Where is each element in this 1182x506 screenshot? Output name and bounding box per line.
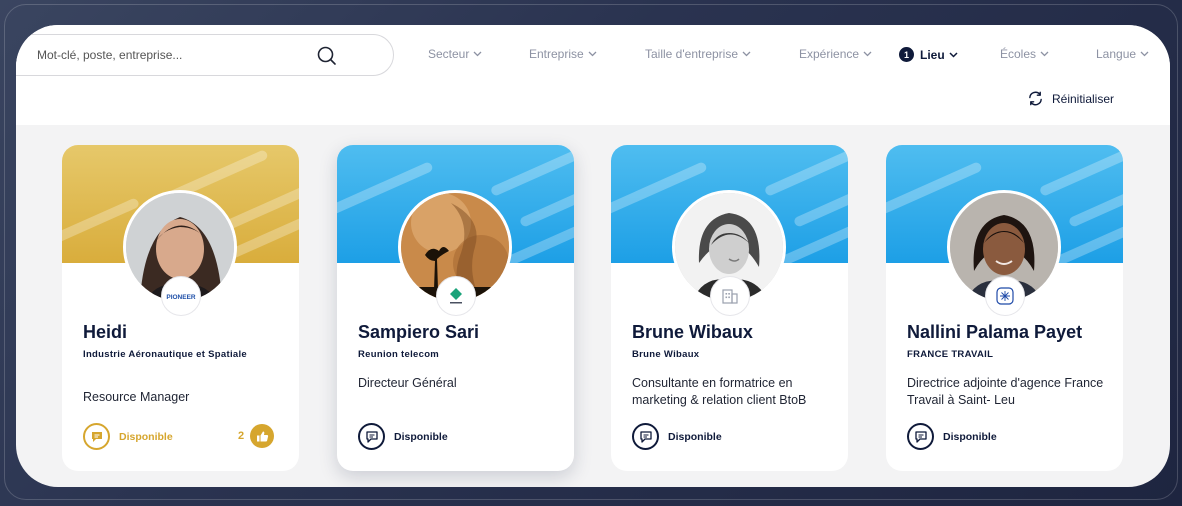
search-icon[interactable] <box>315 44 339 68</box>
chevron-down-icon <box>949 51 958 58</box>
filter-secteur[interactable]: Secteur <box>428 47 482 61</box>
profile-name: Sampiero Sari <box>358 322 480 342</box>
profile-company: FRANCE TRAVAIL <box>907 349 994 360</box>
filter-label: Langue <box>1096 47 1137 61</box>
chevron-down-icon <box>863 51 872 57</box>
company-logo: PIONEER <box>161 276 201 316</box>
filter-entreprise[interactable]: Entreprise <box>529 47 597 61</box>
filter-langue[interactable]: Langue <box>1096 47 1149 61</box>
status-label: Disponible <box>943 430 997 443</box>
profile-card[interactable]: Sampiero Sari Reunion telecom Directeur … <box>337 145 574 471</box>
contact-button[interactable]: Disponible <box>632 423 722 450</box>
refresh-icon <box>1029 91 1042 106</box>
like-button[interactable]: 2 <box>238 424 275 448</box>
search-input-text: Mot-clé, poste, entreprise... <box>37 48 183 62</box>
profile-company: Reunion telecom <box>358 349 440 360</box>
chevron-down-icon <box>1140 51 1149 57</box>
profile-name: Brune Wibaux <box>632 322 753 342</box>
filter-label: Entreprise <box>529 47 584 61</box>
chat-icon <box>632 423 659 450</box>
svg-text:PIONEER: PIONEER <box>166 294 196 301</box>
filter-label: Écoles <box>1000 47 1037 61</box>
profile-role: Directeur Général <box>358 376 457 390</box>
filter-label: Taille d'entreprise <box>645 47 739 61</box>
profile-role: Directrice adjointe d'agence France Trav… <box>907 376 1104 407</box>
chevron-down-icon <box>1040 51 1049 57</box>
profile-name: Heidi <box>83 322 128 342</box>
chevron-down-icon <box>742 51 751 57</box>
chat-icon <box>907 423 934 450</box>
filter-bar: Mot-clé, poste, entreprise... Secteur En… <box>16 25 1170 125</box>
chevron-down-icon <box>588 51 597 57</box>
profile-card[interactable]: PIONEER Heidi Industrie Aéronautique et … <box>62 145 299 471</box>
profile-company: Industrie Aéronautique et Spatiale <box>83 349 247 360</box>
filter-list: Secteur Entreprise Taille d'entreprise E… <box>428 47 1170 65</box>
filter-ecoles[interactable]: Écoles <box>1000 47 1049 61</box>
contact-button[interactable]: Disponible <box>907 423 997 450</box>
search-input[interactable]: Mot-clé, poste, entreprise... <box>16 34 394 76</box>
profile-company: Brune Wibaux <box>632 349 700 360</box>
filter-experience[interactable]: Expérience <box>799 47 872 61</box>
reset-button[interactable]: Réinitialiser <box>1027 90 1114 107</box>
filter-label: Expérience <box>799 47 860 61</box>
profile-role: Consultante en formatrice en marketing &… <box>632 376 807 407</box>
company-logo <box>436 276 476 316</box>
profile-card[interactable]: Brune Wibaux Brune Wibaux Consultante en… <box>611 145 848 471</box>
chevron-down-icon <box>473 51 482 57</box>
company-logo <box>985 276 1025 316</box>
status-label: Disponible <box>394 430 448 443</box>
filter-lieu[interactable]: 1 Lieu <box>899 47 958 62</box>
profile-card[interactable]: Nallini Palama Payet FRANCE TRAVAIL Dire… <box>886 145 1123 471</box>
contact-button[interactable]: Disponible <box>83 423 173 450</box>
profile-role: Resource Manager <box>83 390 190 404</box>
talent-search-window: Mot-clé, poste, entreprise... Secteur En… <box>16 25 1170 487</box>
reset-label: Réinitialiser <box>1052 91 1115 106</box>
building-icon <box>710 276 750 316</box>
status-label: Disponible <box>668 430 722 443</box>
profile-name: Nallini Palama Payet <box>907 322 1083 342</box>
filter-label: Lieu <box>920 47 945 62</box>
chat-icon <box>358 423 385 450</box>
chat-icon <box>83 423 110 450</box>
filter-label: Secteur <box>428 47 470 61</box>
status-label: Disponible <box>119 430 173 443</box>
filter-count-badge: 1 <box>899 47 914 62</box>
filter-taille-entreprise[interactable]: Taille d'entreprise <box>645 47 751 61</box>
contact-button[interactable]: Disponible <box>358 423 448 450</box>
likes-count: 2 <box>238 430 245 442</box>
thumbs-up-icon <box>250 424 275 448</box>
